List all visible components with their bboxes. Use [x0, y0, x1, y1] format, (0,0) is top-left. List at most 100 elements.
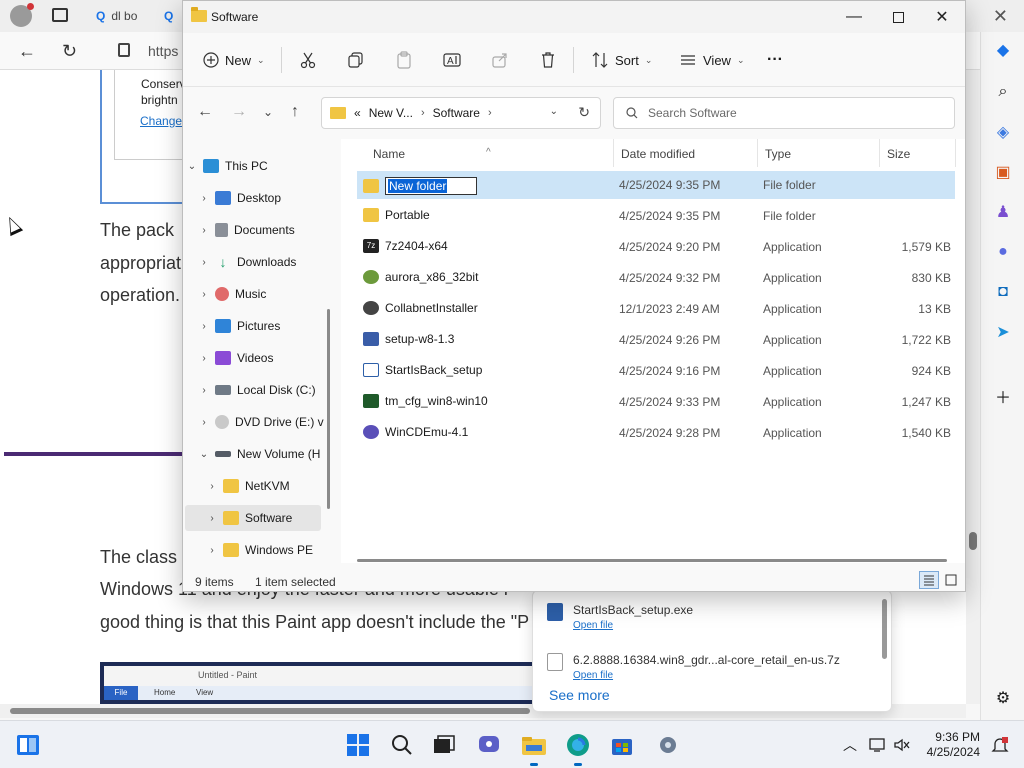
- search-icon[interactable]: ⌕: [993, 82, 1013, 102]
- search-box[interactable]: [613, 97, 955, 129]
- back-arrow-icon[interactable]: ←: [197, 103, 213, 121]
- nav-item-local-disk[interactable]: › Local Disk (C:): [197, 377, 333, 403]
- url-text[interactable]: https: [148, 43, 178, 59]
- forward-arrow-icon[interactable]: →: [231, 103, 247, 121]
- file-explorer-icon[interactable]: [522, 733, 546, 766]
- nav-item-this-pc[interactable]: ⌄ This PC: [185, 153, 321, 179]
- notification-icon[interactable]: [988, 733, 1012, 757]
- table-row[interactable]: New folder 4/25/2024 9:35 PM File folder: [357, 171, 955, 199]
- chevron-up-icon[interactable]: ︿: [838, 733, 862, 757]
- system-clock[interactable]: 9:36 PM 4/25/2024: [927, 730, 980, 760]
- up-arrow-icon[interactable]: ↑: [291, 103, 299, 121]
- change-link[interactable]: Change: [140, 114, 182, 128]
- open-file-link[interactable]: Open file: [573, 670, 840, 681]
- volume-muted-icon[interactable]: [890, 733, 914, 757]
- table-row[interactable]: StartIsBack_setup 4/25/2024 9:16 PM Appl…: [357, 357, 955, 385]
- browser-tab-search-2[interactable]: Q: [156, 4, 173, 28]
- share-button[interactable]: [491, 47, 509, 73]
- expand-icon[interactable]: ›: [197, 289, 211, 300]
- more-options-button[interactable]: ···: [767, 47, 783, 73]
- download-item[interactable]: StartIsBack_setup.exe Open file: [547, 603, 693, 631]
- paste-button[interactable]: [395, 47, 413, 73]
- breadcrumb-item[interactable]: Software: [433, 106, 480, 120]
- chat-icon[interactable]: [478, 733, 502, 757]
- nav-item-documents[interactable]: › Documents: [197, 217, 333, 243]
- column-header-size[interactable]: Size: [887, 147, 910, 161]
- view-button[interactable]: View ⌄: [679, 47, 745, 73]
- expand-icon[interactable]: ›: [197, 353, 211, 364]
- recent-locations-chevron-icon[interactable]: ⌄: [263, 105, 273, 119]
- table-row[interactable]: aurora_x86_32bit 4/25/2024 9:32 PM Appli…: [357, 264, 955, 292]
- expand-icon[interactable]: ›: [205, 481, 219, 492]
- column-header-date[interactable]: Date modified: [621, 147, 695, 161]
- breadcrumb[interactable]: « New V... › Software › ⌄ ↻: [321, 97, 601, 129]
- games-icon[interactable]: ♟: [993, 202, 1013, 222]
- nav-item-downloads[interactable]: › ↓ Downloads: [197, 249, 333, 275]
- table-row[interactable]: WinCDEmu-4.1 4/25/2024 9:28 PM Applicati…: [357, 419, 955, 447]
- nav-item-windows-pe[interactable]: › Windows PE: [205, 537, 333, 563]
- see-more-link[interactable]: See more: [549, 687, 610, 703]
- expand-icon[interactable]: ⌄: [197, 449, 211, 460]
- column-header-type[interactable]: Type: [765, 147, 791, 161]
- address-dropdown-icon[interactable]: ⌄: [550, 106, 558, 117]
- table-row[interactable]: Portable 4/25/2024 9:35 PM File folder: [357, 202, 955, 230]
- expand-icon[interactable]: ›: [197, 417, 211, 428]
- expand-icon[interactable]: ›: [205, 545, 219, 556]
- file-list-horizontal-scrollbar[interactable]: [357, 559, 947, 562]
- office-icon[interactable]: ●: [993, 242, 1013, 262]
- column-header-name[interactable]: Name: [373, 147, 405, 161]
- expand-icon[interactable]: ›: [205, 513, 219, 524]
- new-button[interactable]: New ⌄: [203, 47, 265, 73]
- table-row[interactable]: 7z 7z2404-x64 4/25/2024 9:20 PM Applicati…: [357, 233, 955, 261]
- copy-button[interactable]: [347, 47, 365, 73]
- nav-item-netkvm[interactable]: › NetKVM: [205, 473, 333, 499]
- expand-icon[interactable]: ›: [197, 225, 211, 236]
- sort-button[interactable]: Sort ⌄: [591, 47, 652, 73]
- maximize-button[interactable]: [875, 1, 921, 33]
- tag-icon[interactable]: ◈: [993, 122, 1013, 142]
- nav-item-music[interactable]: › Music: [197, 281, 333, 307]
- table-row[interactable]: CollabnetInstaller 12/1/2023 2:49 AM App…: [357, 295, 955, 323]
- network-icon[interactable]: [866, 733, 890, 757]
- copilot-icon[interactable]: ◆: [993, 40, 1013, 60]
- profile-avatar[interactable]: [10, 3, 34, 27]
- breadcrumb-item[interactable]: New V...: [369, 106, 413, 120]
- task-view-icon[interactable]: [432, 733, 456, 757]
- tools-icon[interactable]: ▣: [993, 162, 1013, 182]
- minimize-button[interactable]: —: [831, 1, 877, 33]
- expand-icon[interactable]: ›: [197, 321, 211, 332]
- cut-button[interactable]: [299, 47, 317, 73]
- details-view-button[interactable]: [919, 571, 939, 589]
- widgets-icon[interactable]: [16, 733, 40, 757]
- nav-item-new-volume[interactable]: ⌄ New Volume (H: [197, 441, 333, 467]
- expand-icon[interactable]: ⌄: [185, 161, 199, 172]
- store-icon[interactable]: [610, 733, 634, 757]
- app-settings-icon[interactable]: [656, 733, 680, 757]
- delete-button[interactable]: [539, 47, 557, 73]
- tab-actions-icon[interactable]: [52, 8, 68, 22]
- nav-item-desktop[interactable]: › Desktop: [197, 185, 333, 211]
- refresh-icon[interactable]: ↻: [578, 104, 590, 121]
- send-icon[interactable]: ➤: [993, 322, 1013, 342]
- start-windows-icon[interactable]: [346, 733, 370, 757]
- nav-item-software[interactable]: › Software: [185, 505, 321, 531]
- table-row[interactable]: setup-w8-1.3 4/25/2024 9:26 PM Applicati…: [357, 326, 955, 354]
- outlook-icon[interactable]: ◘: [993, 282, 1013, 302]
- edge-browser-icon[interactable]: [566, 733, 590, 766]
- rename-button[interactable]: A: [443, 47, 461, 73]
- nav-pane-scrollbar[interactable]: [327, 309, 330, 509]
- downloads-scrollbar[interactable]: [882, 599, 887, 659]
- nav-item-dvd-drive[interactable]: › DVD Drive (E:) v: [197, 409, 333, 435]
- back-arrow-icon[interactable]: ←: [18, 41, 36, 62]
- open-file-link[interactable]: Open file: [573, 620, 693, 631]
- table-row[interactable]: tm_cfg_win8-win10 4/25/2024 9:33 PM Appl…: [357, 388, 955, 416]
- refresh-icon[interactable]: ↻: [62, 41, 77, 62]
- browser-close-icon[interactable]: ✕: [993, 6, 1008, 27]
- search-icon[interactable]: [390, 733, 414, 757]
- title-bar[interactable]: Software — ✕: [183, 1, 965, 33]
- close-button[interactable]: ✕: [919, 1, 965, 33]
- expand-icon[interactable]: ›: [197, 193, 211, 204]
- lock-icon[interactable]: [118, 43, 130, 57]
- tiles-view-button[interactable]: [941, 571, 961, 589]
- nav-item-pictures[interactable]: › Pictures: [197, 313, 333, 339]
